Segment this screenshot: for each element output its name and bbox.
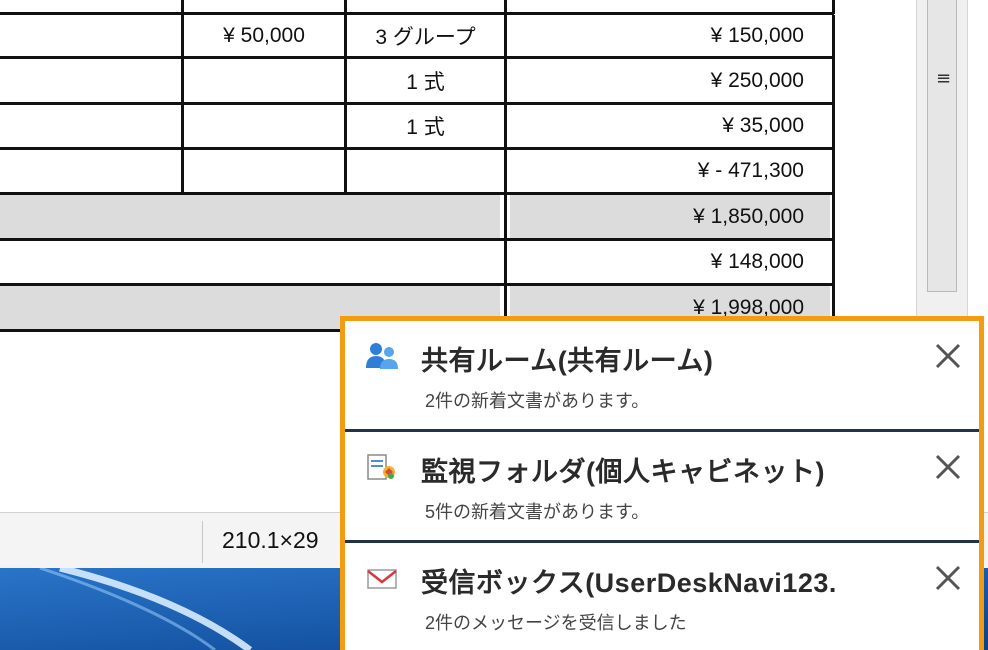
unit-price-cell[interactable] (184, 150, 344, 192)
amount-cell[interactable]: ¥ - 471,300 (507, 150, 832, 192)
notification-title: 受信ボックス(UserDeskNavi123. (421, 568, 837, 598)
notification-title: 共有ルーム(共有ルーム) (421, 346, 714, 376)
grid-line (832, 59, 835, 105)
notification-item[interactable]: 受信ボックス(UserDeskNavi123. 2件のメッセージを受信しました (345, 543, 979, 650)
notification-item[interactable]: 監視フォルダ(個人キャビネット) 5件の新着文書があります。 (345, 432, 979, 540)
unit-price-cell[interactable]: ¥ 50,000 (184, 15, 344, 56)
grid-line (832, 105, 835, 150)
table-row: 1 式 ¥ 250,000 (0, 59, 835, 105)
table-row: ¥ 50,000 3 グループ ¥ 150,000 (0, 15, 835, 59)
amount-cell[interactable]: ¥ 35,000 (507, 105, 832, 147)
quantity-cell[interactable] (347, 150, 504, 192)
subtotal-label-cell (0, 195, 500, 238)
grip-icon: ≡ (936, 68, 952, 89)
spreadsheet-table: ¥ 50,000 3 グループ ¥ 150,000 1 式 ¥ 250,000 … (0, 0, 836, 332)
tax-row: ¥ 148,000 (0, 241, 835, 286)
quantity-cell[interactable]: 1 式 (347, 59, 504, 102)
notification-message: 2件の新着文書があります。 (425, 391, 650, 411)
grid-line (832, 241, 835, 286)
unit-price-cell[interactable] (184, 105, 344, 147)
notification-message: 5件の新着文書があります。 (425, 502, 650, 522)
amount-cell[interactable]: ¥ 150,000 (507, 15, 832, 56)
app-window: ¥ 50,000 3 グループ ¥ 150,000 1 式 ¥ 250,000 … (0, 0, 988, 650)
watched-folder-icon (365, 452, 399, 482)
grid-line (832, 195, 835, 241)
table-row: 1 式 ¥ 35,000 (0, 105, 835, 150)
grid-line (832, 150, 835, 195)
notification-title: 監視フォルダ(個人キャビネット) (421, 457, 825, 487)
grid-line (832, 15, 835, 59)
amount-cell[interactable]: ¥ 250,000 (507, 59, 832, 102)
shared-room-icon (365, 341, 399, 371)
mail-icon (365, 563, 399, 593)
notification-item[interactable]: 共有ルーム(共有ルーム) 2件の新着文書があります。 (345, 321, 979, 429)
unit-price-cell[interactable] (184, 59, 344, 102)
scrollbar-thumb[interactable]: ≡ (927, 0, 957, 292)
quantity-cell[interactable]: 1 式 (347, 105, 504, 147)
notification-popup: 共有ルーム(共有ルーム) 2件の新着文書があります。 監視フォルダ(個人キャビネ… (340, 316, 984, 650)
notification-message: 2件のメッセージを受信しました (425, 613, 687, 633)
table-row: ¥ - 471,300 (0, 150, 835, 195)
subtotal-row: ¥ 1,850,000 (0, 195, 835, 241)
status-separator (202, 521, 203, 563)
tax-amount[interactable]: ¥ 148,000 (507, 241, 832, 283)
page-size-readout: 210.1×29 (222, 527, 319, 553)
quantity-cell[interactable]: 3 グループ (347, 15, 504, 56)
close-icon[interactable] (933, 452, 963, 482)
close-icon[interactable] (933, 341, 963, 371)
subtotal-amount[interactable]: ¥ 1,850,000 (507, 195, 832, 238)
close-icon[interactable] (933, 563, 963, 593)
